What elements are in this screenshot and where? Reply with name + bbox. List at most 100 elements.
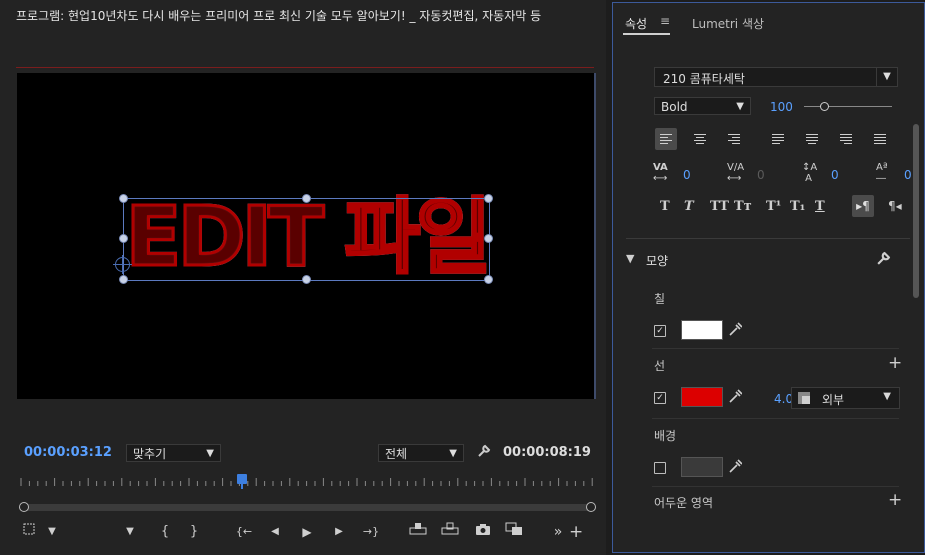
- playback-quality-value: 전체: [385, 447, 408, 461]
- more-controls-button[interactable]: »: [552, 522, 564, 542]
- row-divider: [652, 418, 899, 419]
- zoom-handle-right[interactable]: [586, 502, 596, 512]
- font-size-value[interactable]: 100: [770, 100, 793, 114]
- subscript-button[interactable]: T₁: [790, 199, 805, 214]
- panel-scrollbar[interactable]: [913, 124, 919, 298]
- eyedropper-icon[interactable]: [728, 321, 743, 341]
- font-weight-value: Bold: [661, 100, 688, 114]
- chevron-down-icon: ▼: [449, 448, 457, 459]
- appearance-section-title[interactable]: 모양: [646, 252, 668, 269]
- extract-icon[interactable]: [440, 522, 460, 542]
- plus-icon[interactable]: +: [888, 353, 902, 373]
- justify-left-icon[interactable]: [767, 128, 789, 150]
- hamburger-menu-icon[interactable]: ≡: [660, 14, 670, 28]
- stroke-checkbox[interactable]: ✓: [654, 392, 666, 404]
- playhead-timecode[interactable]: 00:00:03:12: [24, 445, 112, 460]
- row-divider: [652, 486, 899, 487]
- transform-handle[interactable]: [484, 275, 493, 284]
- mark-out-button[interactable]: }: [189, 522, 199, 542]
- font-size-slider[interactable]: [804, 106, 892, 107]
- transform-handle[interactable]: [119, 234, 128, 243]
- all-caps-button[interactable]: TT: [710, 199, 729, 214]
- justify-all-icon[interactable]: [869, 128, 891, 150]
- fill-checkbox[interactable]: ✓: [654, 325, 666, 337]
- superscript-button[interactable]: T¹: [766, 199, 781, 214]
- lift-icon[interactable]: [408, 522, 428, 542]
- zoom-fit-value: 맞추기: [133, 447, 167, 461]
- align-right-icon[interactable]: [723, 128, 745, 150]
- small-caps-button[interactable]: Tт: [734, 199, 752, 214]
- chevron-down-icon[interactable]: ▼: [626, 252, 634, 265]
- chevron-down-icon: ▼: [736, 101, 744, 112]
- kerning-value[interactable]: 0: [683, 168, 691, 182]
- tab-lumetri-color[interactable]: Lumetri 색상: [692, 15, 764, 32]
- playback-quality-dropdown[interactable]: 전체 ▼: [378, 444, 464, 462]
- faux-italic-button[interactable]: T: [684, 199, 694, 214]
- baseline-shift-value[interactable]: 0: [904, 168, 912, 182]
- underline-button[interactable]: T: [815, 199, 825, 214]
- background-label: 배경: [654, 429, 677, 443]
- eyedropper-icon[interactable]: [728, 458, 743, 478]
- font-size-slider-knob[interactable]: [820, 102, 829, 111]
- zoom-scroll-bar[interactable]: [22, 504, 592, 511]
- faux-bold-button[interactable]: T: [660, 199, 670, 214]
- stroke-color-swatch[interactable]: [681, 387, 723, 407]
- shadow-label: 어두운 영역: [654, 496, 714, 510]
- comparison-view-icon[interactable]: [504, 522, 524, 542]
- background-color-swatch[interactable]: [681, 457, 723, 477]
- transform-handle[interactable]: [484, 194, 493, 203]
- camera-icon[interactable]: [474, 522, 492, 542]
- transform-handle[interactable]: [302, 275, 311, 284]
- tracking-value[interactable]: 0: [757, 168, 765, 182]
- transform-handle[interactable]: [302, 194, 311, 203]
- add-button[interactable]: +: [569, 522, 583, 542]
- text-direction-rtl-icon[interactable]: ▸¶: [852, 195, 874, 217]
- chevron-down-icon[interactable]: ▼: [46, 522, 58, 542]
- kerning-icon: VA ⟷: [653, 162, 668, 184]
- section-divider: [626, 238, 910, 239]
- monitor-edge-line: [16, 67, 594, 68]
- align-center-icon[interactable]: [689, 128, 711, 150]
- background-checkbox[interactable]: [654, 462, 666, 474]
- transform-handle[interactable]: [119, 275, 128, 284]
- monitor-edge: [594, 73, 596, 399]
- font-family-dropdown[interactable]: 210 콤퓨타세탁 ▼: [654, 67, 898, 87]
- font-weight-dropdown[interactable]: Bold ▼: [654, 97, 751, 115]
- mark-in-button[interactable]: {: [160, 522, 170, 542]
- safe-margins-icon[interactable]: [21, 522, 37, 542]
- video-preview[interactable]: EDIT 파일: [17, 73, 595, 399]
- add-marker-button[interactable]: ▼: [123, 522, 137, 542]
- plus-icon[interactable]: +: [888, 490, 902, 510]
- playhead[interactable]: [237, 474, 247, 484]
- justify-right-icon[interactable]: [835, 128, 857, 150]
- zoom-handle-left[interactable]: [19, 502, 29, 512]
- baseline-shift-icon: Aª ―: [876, 162, 888, 184]
- stroke-label: 선: [654, 359, 666, 373]
- step-forward-button[interactable]: ▶: [332, 522, 346, 542]
- zoom-fit-dropdown[interactable]: 맞추기 ▼: [126, 444, 221, 462]
- transform-handle[interactable]: [119, 194, 128, 203]
- text-bounding-box[interactable]: [119, 194, 493, 284]
- play-button[interactable]: ▶: [300, 522, 314, 542]
- transform-handle[interactable]: [484, 234, 493, 243]
- tab-properties[interactable]: 속성: [625, 15, 647, 32]
- playhead-line: [241, 484, 243, 489]
- wrench-icon[interactable]: [477, 444, 491, 462]
- eyedropper-icon[interactable]: [728, 388, 743, 408]
- fill-color-swatch[interactable]: [681, 320, 723, 340]
- leading-value[interactable]: 0: [831, 168, 839, 182]
- go-to-in-button[interactable]: {←: [234, 522, 254, 542]
- chevron-down-icon[interactable]: ▼: [876, 68, 897, 86]
- time-ruler[interactable]: [17, 472, 595, 488]
- stroke-position-value: 외부: [822, 393, 845, 407]
- align-left-icon[interactable]: [655, 128, 677, 150]
- stroke-position-dropdown[interactable]: 외부 ▼: [791, 387, 900, 409]
- text-direction-ltr-icon[interactable]: ¶◂: [888, 199, 902, 213]
- go-to-out-button[interactable]: →}: [361, 522, 381, 542]
- anchor-point-icon[interactable]: [113, 255, 132, 274]
- wrench-icon[interactable]: [876, 251, 891, 270]
- stroke-outer-icon: [798, 392, 810, 404]
- step-back-button[interactable]: ◀: [268, 522, 282, 542]
- chevron-down-icon: ▼: [206, 448, 214, 459]
- justify-center-icon[interactable]: [801, 128, 823, 150]
